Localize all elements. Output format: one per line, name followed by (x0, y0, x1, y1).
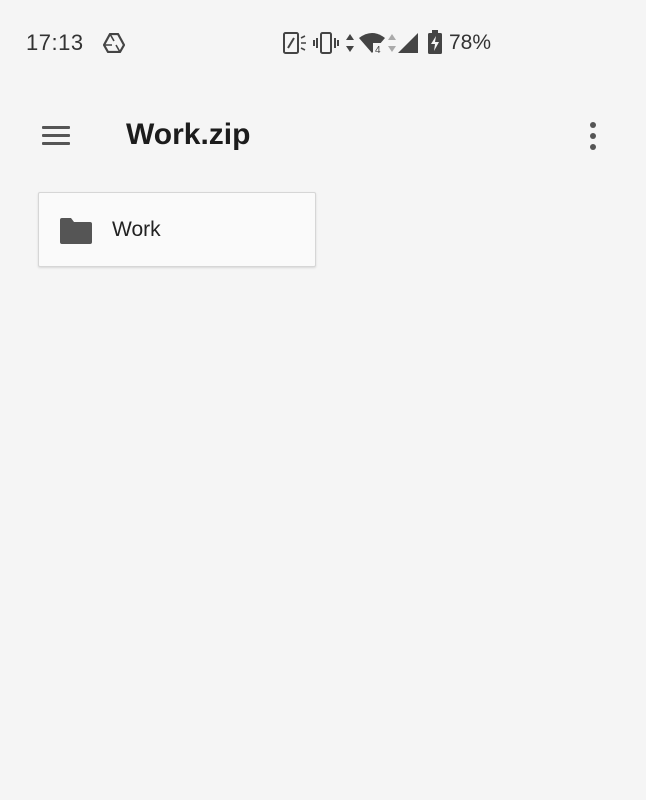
drive-icon (103, 33, 125, 53)
more-vert-icon[interactable] (582, 120, 606, 154)
wifi-icon: 4 (359, 33, 385, 55)
page-title: Work.zip (126, 118, 251, 151)
wifi-badge: 4 (375, 45, 381, 55)
vibrate-icon (313, 32, 339, 54)
menu-icon[interactable] (40, 124, 72, 148)
folder-name: Work (112, 218, 161, 241)
nfc-icon (283, 32, 306, 54)
cell-signal-icon (398, 33, 418, 53)
data-arrows-icon (388, 34, 396, 52)
status-bar: 17:13 4 78% (0, 0, 646, 86)
battery-charging-icon (428, 30, 442, 54)
folder-item[interactable]: Work (38, 192, 316, 267)
data-arrows-icon (346, 34, 354, 52)
folder-icon (60, 218, 92, 244)
battery-percent: 78% (449, 31, 492, 54)
status-time: 17:13 (26, 30, 84, 55)
app-bar: Work.zip (0, 86, 646, 186)
